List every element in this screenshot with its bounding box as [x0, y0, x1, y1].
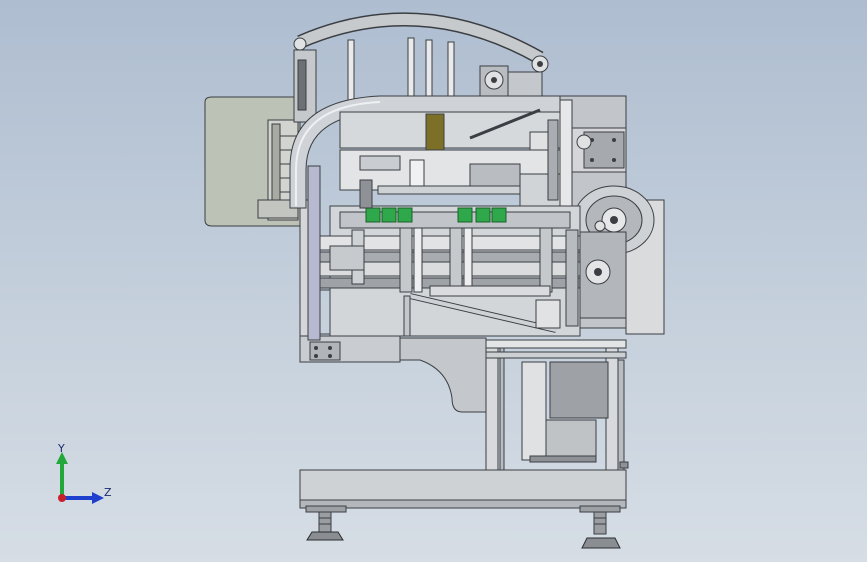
guide-fingers — [347, 37, 455, 101]
machine-assembly-model[interactable] — [0, 0, 867, 562]
leveling-foot-right — [581, 511, 621, 549]
z-arrowhead-icon — [92, 492, 104, 504]
y-axis-label: Y — [58, 442, 65, 455]
upper-mechanism — [339, 65, 573, 221]
lower-stand — [399, 337, 629, 471]
side-panel-plate — [204, 96, 301, 227]
graphics-viewport[interactable]: Y Z — [0, 0, 867, 562]
coordinate-triad — [56, 452, 104, 504]
leveling-foot-left — [306, 511, 344, 541]
z-axis-label: Z — [104, 486, 112, 499]
base-frame — [299, 469, 627, 513]
origin-dot-icon — [58, 494, 66, 502]
